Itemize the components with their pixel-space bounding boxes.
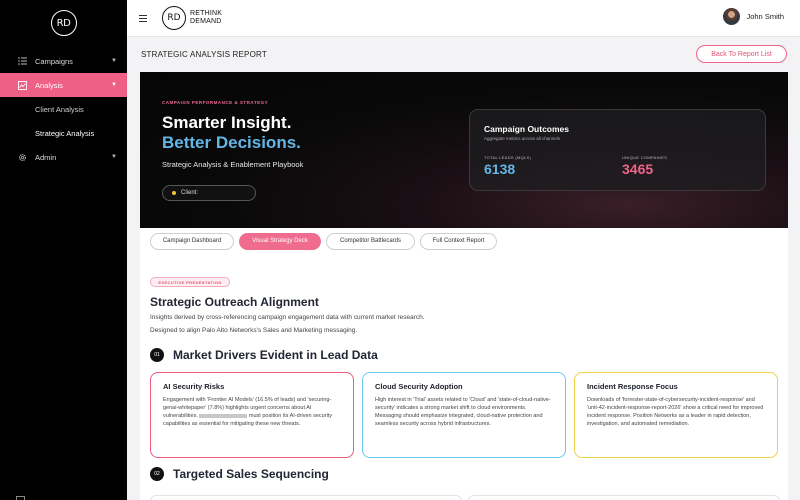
unique-companies-value: 3465: [622, 161, 654, 177]
back-to-report-list-button[interactable]: Back To Report List: [696, 45, 787, 63]
sidebar-item-label: Analysis: [35, 80, 63, 90]
chevron-down-icon: ▼: [111, 82, 117, 88]
sidebar-logo[interactable]: RD: [0, 0, 127, 46]
intro-line: Designed to align Palo Alto Networks's S…: [150, 327, 358, 334]
client-selector[interactable]: Client:: [162, 185, 256, 201]
list-icon: [17, 56, 27, 66]
section-title: Market Drivers Evident in Lead Data: [173, 348, 378, 362]
card-body: Engagement with 'Frontier AI Models' (16…: [163, 396, 341, 428]
card-title: Incident Response Focus: [587, 382, 678, 391]
sidebar-subitem-client-analysis[interactable]: Client Analysis: [0, 97, 127, 121]
brand-line1: RETHINK: [190, 10, 223, 17]
sidebar-item-campaigns[interactable]: Campaigns ▼: [0, 49, 127, 73]
section-title: Targeted Sales Sequencing: [173, 467, 329, 481]
insight-card-incident-response: Incident Response Focus Downloads of 'fo…: [574, 372, 778, 458]
sidebar: RD Campaigns ▼ Analysis ▼ Client Analysi…: [0, 0, 127, 500]
tab-visual-strategy-deck[interactable]: Visual Strategy Deck: [239, 232, 321, 250]
section-heading: Strategic Outreach Alignment: [150, 295, 319, 309]
tab-full-context-report[interactable]: Full Context Report: [420, 232, 497, 250]
insight-card-cloud-security: Cloud Security Adoption High interest in…: [362, 372, 566, 458]
sequence-card: [150, 495, 462, 500]
brand-mark: RD: [162, 6, 186, 30]
card-title: AI Security Risks: [163, 382, 225, 391]
executive-presentation-badge: EXECUTIVE PRESENTATION: [150, 277, 230, 287]
client-label: Client:: [181, 190, 199, 196]
hero-eyebrow: CAMPAIGN PERFORMANCE & STRATEGY: [162, 100, 269, 105]
card-body: High interest in 'Trial' assets related …: [375, 397, 551, 427]
chart-icon: [17, 80, 27, 90]
section-2-heading: 02 Targeted Sales Sequencing: [150, 467, 329, 481]
section-number: 01: [150, 348, 164, 362]
sidebar-item-analysis[interactable]: Analysis ▼: [0, 73, 127, 97]
sidebar-item-label: Campaigns: [35, 56, 73, 66]
strategy-deck: EXECUTIVE PRESENTATION Strategic Outreac…: [140, 254, 788, 500]
sidebar-subitem-strategic-analysis[interactable]: Strategic Analysis: [0, 121, 127, 145]
total-leads-label: TOTAL LEADS (MQLS): [484, 155, 532, 160]
redacted-text: [199, 413, 248, 418]
tab-competitor-battlecards[interactable]: Competitor Battlecards: [326, 232, 415, 250]
status-dot-icon: [172, 191, 176, 195]
hero-headline-accent: Better Decisions.: [162, 133, 301, 152]
sequence-card: [468, 495, 780, 500]
outcomes-title: Campaign Outcomes: [484, 124, 570, 134]
brand-line2: DEMAND: [190, 18, 222, 25]
topbar: RD RETHINK DEMAND John Smith: [127, 0, 800, 37]
chevron-down-icon: ▼: [111, 58, 117, 64]
sidebar-nav: Campaigns ▼ Analysis ▼ Client Analysis S…: [0, 49, 127, 169]
section-number: 02: [150, 467, 164, 481]
menu-icon[interactable]: [139, 14, 147, 22]
hero-headline: Smarter Insight.: [162, 113, 292, 132]
brand-wordmark: RETHINK DEMAND: [190, 10, 222, 26]
card-body: Downloads of 'forrester-state-of-cyberse…: [587, 397, 764, 427]
page-header: STRATEGIC ANALYSIS REPORT Back To Report…: [127, 37, 800, 72]
sidebar-item-admin[interactable]: Admin ▼: [0, 145, 127, 169]
logo-mark: RD: [50, 10, 77, 36]
unique-companies-label: UNIQUE COMPANIES: [622, 155, 668, 160]
chevron-down-icon: ▼: [111, 154, 117, 160]
outcomes-subtitle: Aggregate metrics across all channels: [484, 136, 561, 141]
section-1-heading: 01 Market Drivers Evident in Lead Data: [150, 348, 378, 362]
hero-subtitle: Strategic Analysis & Enablement Playbook: [162, 160, 304, 169]
insight-card-ai-security: AI Security Risks Engagement with 'Front…: [150, 372, 354, 458]
campaign-outcomes-card: Campaign Outcomes Aggregate metrics acro…: [469, 109, 766, 191]
card-title: Cloud Security Adoption: [375, 382, 463, 391]
avatar: [723, 8, 741, 25]
user-name: John Smith: [746, 12, 784, 21]
page-title: STRATEGIC ANALYSIS REPORT: [141, 50, 267, 59]
main-content: STRATEGIC ANALYSIS REPORT Back To Report…: [127, 37, 800, 500]
brand-logo[interactable]: RD RETHINK DEMAND: [162, 6, 222, 30]
intro-line: Insights derived by cross-referencing ca…: [150, 314, 425, 321]
report-tabs: Campaign Dashboard Visual Strategy Deck …: [140, 228, 788, 254]
gear-icon: [17, 152, 27, 162]
hero-banner: CAMPAIGN PERFORMANCE & STRATEGY Smarter …: [140, 72, 788, 228]
user-menu[interactable]: John Smith: [723, 8, 784, 25]
tab-campaign-dashboard[interactable]: Campaign Dashboard: [150, 232, 234, 250]
total-leads-value: 6138: [484, 161, 516, 177]
sidebar-item-label: Admin: [35, 152, 57, 162]
collapse-icon[interactable]: [16, 496, 25, 500]
